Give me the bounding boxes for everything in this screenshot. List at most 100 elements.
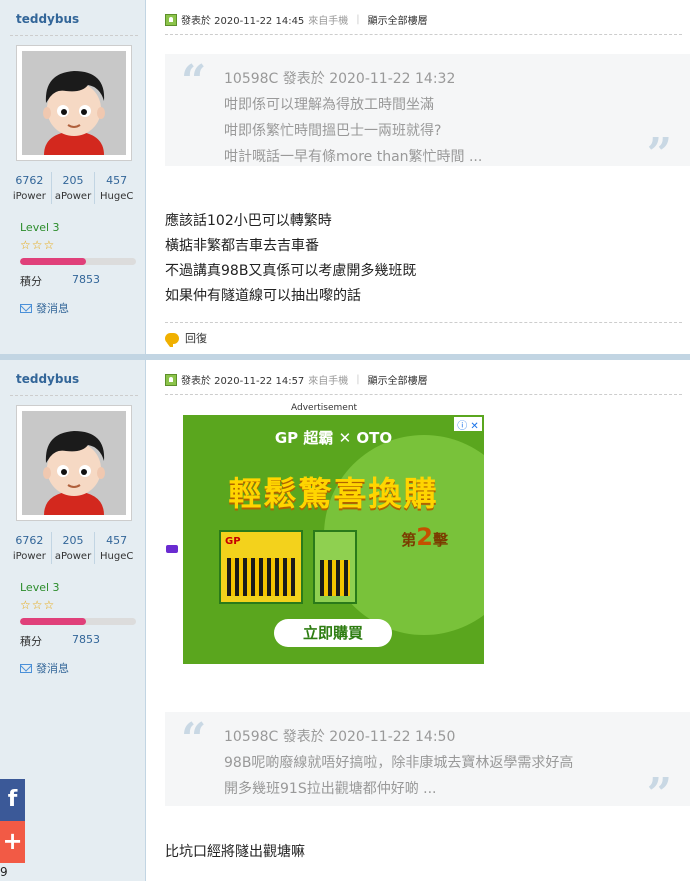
score-value: 7853 — [72, 633, 100, 646]
post-timestamp: 發表於 2020-11-22 14:45 — [181, 16, 305, 27]
show-all-floors-link[interactable]: 顯示全部樓層 — [368, 372, 428, 387]
score-label: 積分 — [20, 275, 42, 288]
quote-line: 開多幾班91S拉出觀塘都仲好啲 ... — [224, 781, 437, 797]
post-body: 應該話102小巴可以轉繁時 橫掂非繁都吉車去吉車番 不過講真98B又真係可以考慮… — [165, 209, 416, 309]
stat-hugec[interactable]: 457 HugeC — [94, 532, 138, 564]
post-meta: 發表於 2020-11-22 14:45 來自手機 | 顯示全部樓層 — [165, 12, 428, 27]
credit-progress-bar — [20, 618, 136, 625]
close-quote-icon: ” — [646, 769, 672, 820]
post-timestamp: 發表於 2020-11-22 14:57 — [181, 376, 305, 387]
stat-apower[interactable]: 205 aPower — [50, 532, 95, 564]
quote-header: 10598C 發表於 2020-11-22 14:50 — [224, 729, 456, 745]
online-status-icon — [165, 373, 177, 386]
stat-label: iPower — [12, 191, 46, 202]
stat-ipower[interactable]: 6762 iPower — [8, 532, 51, 564]
ad-tier-number: 2 — [416, 523, 433, 551]
stat-value: 6762 — [15, 174, 44, 187]
credit-progress-fill — [20, 618, 87, 625]
score-label: 積分 — [20, 635, 42, 648]
open-quote-icon: “ — [181, 56, 207, 107]
quote-line: 咁計嘅話一早有條more than繁忙時間 ... — [224, 149, 483, 165]
reply-bubble-icon — [165, 332, 179, 347]
stat-value: 205 — [62, 174, 84, 187]
stat-label: aPower — [54, 191, 92, 202]
show-all-floors-link[interactable]: 顯示全部樓層 — [368, 12, 428, 27]
score-value: 7853 — [72, 273, 100, 286]
credit-progress-bar — [20, 258, 136, 265]
facebook-share-button[interactable]: f — [0, 779, 25, 821]
ad-tier: 第2擊 — [401, 523, 448, 551]
send-message-link[interactable]: 發消息 — [20, 660, 69, 676]
close-quote-icon: ” — [646, 129, 672, 180]
ad-tier-suffix: 擊 — [432, 531, 448, 549]
avatar-image — [22, 51, 126, 155]
send-message-label: 發消息 — [36, 302, 69, 315]
advertisement-banner[interactable]: ⓘ ✕ GP 超霸 ✕ OTO 輕鬆驚喜換購 第2擊 GP 立即購買 — [183, 415, 484, 664]
envelope-icon — [20, 303, 32, 313]
post-content: 發表於 2020-11-22 14:57 來自手機 | 顯示全部樓層 Adver… — [147, 360, 690, 881]
reply-label: 回復 — [185, 332, 207, 345]
gp-logo-icon: GP — [225, 536, 241, 547]
author-name-link[interactable]: teddybus — [16, 12, 79, 26]
user-level-link[interactable]: Level 3 — [20, 581, 60, 594]
separator: | — [356, 14, 360, 25]
stat-value: 205 — [62, 534, 84, 547]
more-share-button[interactable]: + — [0, 821, 25, 863]
quote-block: “ 10598C 發表於 2020-11-22 14:32 咁即係可以理解為得放… — [165, 54, 690, 180]
divider — [10, 35, 138, 36]
rank-stars-icon: ☆☆☆ — [20, 238, 56, 252]
quote-line: 咁即係可以理解為得放工時間坐滿 — [224, 97, 434, 113]
ad-headline: 輕鬆驚喜換購 — [228, 474, 439, 513]
avatar-image — [22, 411, 126, 515]
user-level-link[interactable]: Level 3 — [20, 221, 60, 234]
stat-label: HugeC — [100, 191, 134, 202]
online-status-icon — [165, 13, 177, 26]
forum-post: teddybus 6762 iPower 205 aPower 457 Huge… — [0, 0, 690, 354]
body-line: 不過講真98B又真係可以考慮開多幾班既 — [165, 263, 417, 279]
quote-line: 98B呢啲廢線就唔好搞啦，除非康城去寶林返學需求好高 — [224, 755, 574, 771]
battery-pack-image: GP — [219, 530, 303, 604]
post-body: 比坑口經將隧出觀塘嘛 — [165, 840, 305, 865]
post-meta: 發表於 2020-11-22 14:57 來自手機 | 顯示全部樓層 — [165, 372, 428, 387]
user-stats: 6762 iPower 205 aPower 457 HugeC — [8, 532, 138, 564]
divider — [10, 395, 138, 396]
stat-label: iPower — [12, 551, 46, 562]
envelope-icon — [20, 663, 32, 673]
ad-tier-prefix: 第 — [401, 531, 417, 549]
divider — [165, 394, 682, 395]
divider — [165, 34, 682, 35]
stat-value: 6762 — [15, 534, 44, 547]
ad-choices-icon[interactable] — [166, 545, 178, 553]
stat-value: 457 — [106, 174, 128, 187]
separator: | — [356, 374, 360, 385]
quote-line: 咁即係繁忙時間搵巴士一兩班就得? — [224, 123, 442, 139]
reply-button[interactable]: 回復 — [165, 330, 207, 347]
credit-progress-fill — [20, 258, 87, 265]
post-content: 發表於 2020-11-22 14:45 來自手機 | 顯示全部樓層 “ 105… — [147, 0, 690, 354]
send-message-label: 發消息 — [36, 662, 69, 675]
author-sidebar: teddybus 6762 iPower 205 aPower 457 Huge… — [0, 0, 146, 354]
avatar[interactable] — [16, 45, 132, 161]
battery-pack-image — [313, 530, 357, 604]
body-line: 比坑口經將隧出觀塘嘛 — [165, 844, 305, 860]
send-message-link[interactable]: 發消息 — [20, 300, 69, 316]
open-quote-icon: “ — [181, 714, 207, 765]
stat-value: 457 — [106, 534, 128, 547]
quote-block: “ 10598C 發表於 2020-11-22 14:50 98B呢啲廢線就唔好… — [165, 712, 690, 820]
rank-stars-icon: ☆☆☆ — [20, 598, 56, 612]
user-stats: 6762 iPower 205 aPower 457 HugeC — [8, 172, 138, 204]
stat-apower[interactable]: 205 aPower — [50, 172, 95, 204]
quote-header: 10598C 發表於 2020-11-22 14:32 — [224, 71, 456, 87]
body-line: 如果仲有隧道線可以抽出嚟的話 — [165, 288, 361, 304]
ad-brand: GP 超霸 ✕ OTO — [274, 429, 393, 447]
body-line: 橫掂非繁都吉車去吉車番 — [165, 238, 319, 254]
forum-post: teddybus 6762 iPower 205 aPower 457 Huge… — [0, 354, 690, 881]
buy-now-button[interactable]: 立即購買 — [274, 619, 392, 647]
author-name-link[interactable]: teddybus — [16, 372, 79, 386]
stat-hugec[interactable]: 457 HugeC — [94, 172, 138, 204]
stat-ipower[interactable]: 6762 iPower — [8, 172, 51, 204]
avatar[interactable] — [16, 405, 132, 521]
stat-label: aPower — [54, 551, 92, 562]
body-line: 應該話102小巴可以轉繁時 — [165, 213, 332, 229]
post-source: 來自手機 — [308, 16, 349, 27]
